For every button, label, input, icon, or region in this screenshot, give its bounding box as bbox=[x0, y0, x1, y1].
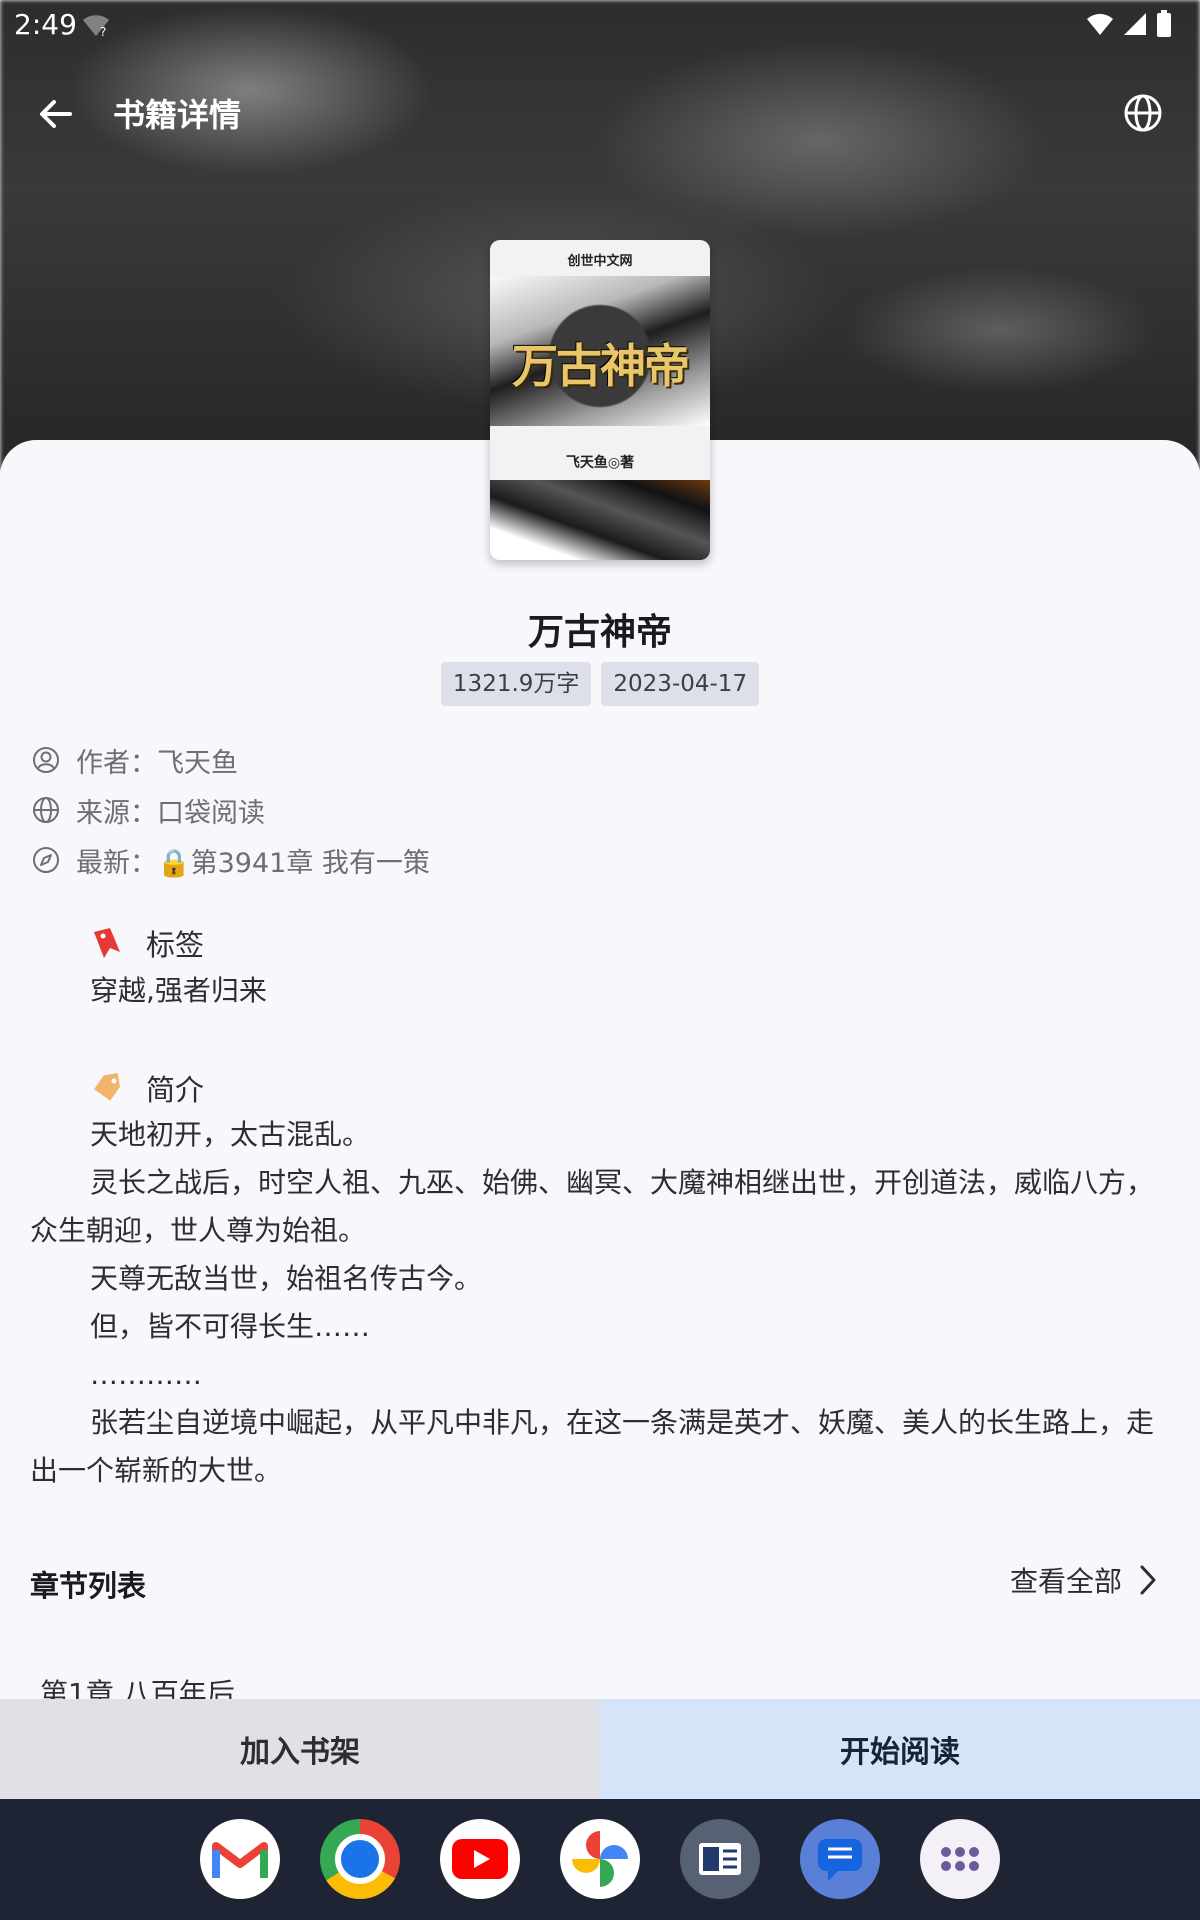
cover-title: 万古神帝 bbox=[512, 339, 690, 393]
intro-heading-label: 简介 bbox=[146, 1073, 205, 1107]
reader-icon[interactable] bbox=[680, 1819, 760, 1899]
messages-icon[interactable] bbox=[800, 1819, 880, 1899]
youtube-icon[interactable] bbox=[440, 1819, 520, 1899]
page-title: 书籍详情 bbox=[113, 96, 242, 134]
battery-icon bbox=[1157, 10, 1171, 37]
globe-icon bbox=[33, 797, 59, 823]
tags-heading-label: 标签 bbox=[146, 928, 205, 962]
intro-text: 天地初开，太古混乱。 灵长之战后，时空人祖、九巫、始佛、幽冥、大魔神相继出世，开… bbox=[30, 1111, 1170, 1495]
photos-icon[interactable] bbox=[560, 1819, 640, 1899]
app-bar: 书籍详情 bbox=[0, 70, 1200, 156]
view-all-label: 查看全部 bbox=[1009, 1565, 1122, 1598]
date-chip: 2023-04-17 bbox=[601, 662, 760, 706]
latest-chapter-label: 最新：🔒第3941章 我有一策 bbox=[76, 847, 430, 879]
app-dock bbox=[0, 1799, 1200, 1920]
photos-glyph bbox=[572, 1831, 628, 1887]
dots-grid-glyph bbox=[941, 1847, 979, 1871]
person-icon bbox=[33, 747, 59, 773]
add-to-shelf-button[interactable]: 加入书架 bbox=[0, 1699, 600, 1799]
bookmark-icon bbox=[94, 928, 120, 958]
intro-paragraph: 张若尘自逆境中崛起，从平凡中非凡，在这一条满是英才、妖魔、美人的长生路上，走出一… bbox=[30, 1406, 1155, 1487]
cover-publisher: 创世中文网 bbox=[567, 254, 633, 269]
label-tag-icon bbox=[94, 1072, 120, 1101]
author-row[interactable]: 作者：飞天鱼 bbox=[32, 740, 238, 780]
chevron-right-icon bbox=[1140, 1565, 1156, 1595]
wifi-unknown-icon: ? bbox=[83, 15, 109, 38]
source-label: 来源：口袋阅读 bbox=[76, 797, 265, 829]
chrome-icon[interactable] bbox=[320, 1819, 400, 1899]
gmail-glyph bbox=[212, 1842, 268, 1878]
source-row[interactable]: 来源：口袋阅读 bbox=[32, 790, 265, 830]
status-time: 2:49 bbox=[14, 8, 77, 41]
book-cover[interactable]: 创世中文网 万古神帝 飞天鱼◎著 bbox=[490, 240, 710, 560]
intro-paragraph: ………… bbox=[90, 1358, 202, 1391]
intro-heading: 简介 bbox=[90, 1067, 204, 1109]
signal-icon bbox=[1124, 13, 1146, 35]
book-glyph bbox=[699, 1843, 741, 1875]
intro-paragraph: 但，皆不可得长生…… bbox=[90, 1310, 371, 1343]
status-icons bbox=[1086, 10, 1172, 38]
tags-value: 穿越,强者归来 bbox=[90, 974, 267, 1007]
intro-paragraph: 天尊无敌当世，始祖名传古今。 bbox=[90, 1262, 483, 1295]
cover-art-bottom bbox=[490, 480, 710, 560]
message-glyph bbox=[818, 1839, 862, 1881]
wifi-icon bbox=[1087, 13, 1113, 35]
compass-icon bbox=[33, 847, 59, 873]
word-count-chip: 1321.9万字 bbox=[440, 662, 592, 706]
cover-author: 飞天鱼◎著 bbox=[565, 455, 635, 471]
youtube-glyph bbox=[452, 1839, 508, 1879]
chrome-center bbox=[335, 1834, 385, 1884]
app-drawer-icon[interactable] bbox=[920, 1819, 1000, 1899]
chapter-list-heading: 章节列表 bbox=[30, 1569, 147, 1603]
back-arrow-icon[interactable] bbox=[30, 88, 82, 140]
start-reading-button[interactable]: 开始阅读 bbox=[600, 1699, 1200, 1799]
intro-paragraph: 灵长之战后，时空人祖、九巫、始佛、幽冥、大魔神相继出世，开创道法，威临八方，众生… bbox=[30, 1166, 1155, 1247]
action-bar: 加入书架 开始阅读 bbox=[0, 1699, 1200, 1799]
view-all-button[interactable]: 查看全部 bbox=[1010, 1560, 1160, 1600]
gmail-icon[interactable] bbox=[200, 1819, 280, 1899]
author-label: 作者：飞天鱼 bbox=[76, 747, 238, 779]
status-bar: 2:49 ? bbox=[0, 0, 1200, 50]
book-chips: 1321.9万字 2023-04-17 bbox=[0, 662, 1200, 706]
svg-text:?: ? bbox=[100, 25, 106, 38]
latest-row[interactable]: 最新：🔒第3941章 我有一策 bbox=[32, 840, 430, 880]
globe-icon[interactable] bbox=[1118, 88, 1168, 138]
tags-heading: 标签 bbox=[90, 922, 204, 964]
intro-paragraph: 天地初开，太古混乱。 bbox=[90, 1118, 371, 1151]
book-title: 万古神帝 bbox=[527, 612, 672, 653]
